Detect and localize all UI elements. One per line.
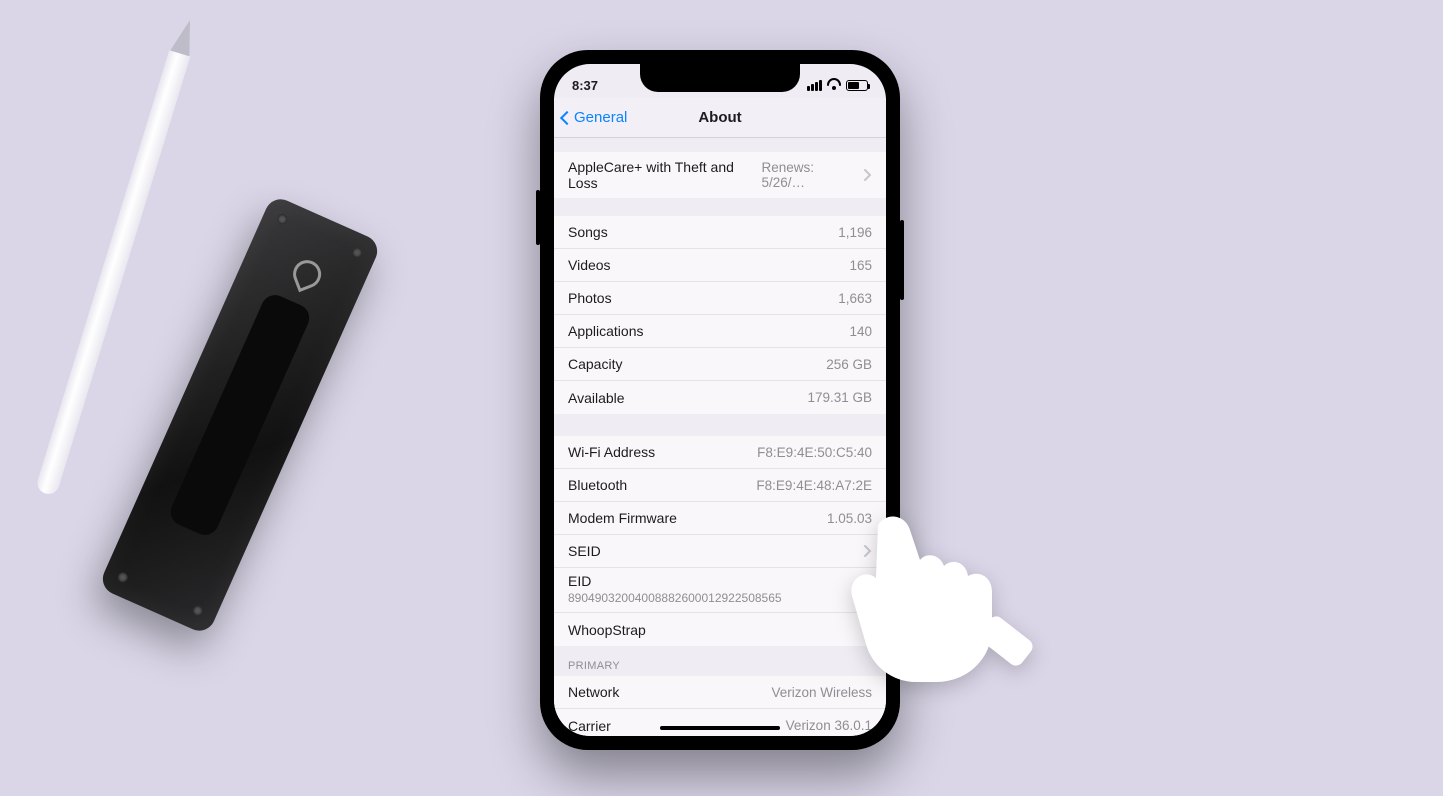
nav-bar: General About [554, 98, 886, 138]
iphone-frame: 8:37 General About AppleCare+ with Theft… [540, 50, 900, 750]
apps-value: 140 [849, 324, 872, 339]
available-value: 179.31 GB [807, 390, 872, 405]
status-time: 8:37 [572, 78, 598, 93]
row-applications: Applications 140 [554, 315, 886, 348]
videos-value: 165 [849, 258, 872, 273]
chevron-left-icon [560, 110, 574, 124]
seid-label: SEID [568, 543, 601, 559]
modem-value: 1.05.03 [827, 511, 872, 526]
applecare-label: AppleCare+ with Theft and Loss [568, 159, 762, 191]
carrier-value: Verizon 36.0.1 [786, 718, 872, 733]
row-carrier[interactable]: Carrier Verizon 36.0.1 [554, 709, 886, 736]
bt-label: Bluetooth [568, 477, 627, 493]
eid-label: EID [568, 573, 872, 589]
row-photos: Photos 1,663 [554, 282, 886, 315]
row-capacity: Capacity 256 GB [554, 348, 886, 381]
applecare-value: Renews: 5/26/… [762, 160, 858, 190]
screen: 8:37 General About AppleCare+ with Theft… [554, 64, 886, 736]
row-seid[interactable]: SEID [554, 535, 886, 568]
page-title: About [698, 109, 741, 126]
row-wifi-address: Wi-Fi Address F8:E9:4E:50:C5:40 [554, 436, 886, 469]
photos-value: 1,663 [838, 291, 872, 306]
home-indicator[interactable] [660, 726, 780, 730]
eid-value: 89049032004008882600012922508565 [568, 591, 872, 605]
capacity-label: Capacity [568, 356, 622, 372]
row-bluetooth: Bluetooth F8:E9:4E:48:A7:2E [554, 469, 886, 502]
videos-label: Videos [568, 257, 611, 273]
photos-label: Photos [568, 290, 612, 306]
capacity-value: 256 GB [826, 357, 872, 372]
row-accessory[interactable]: WhoopStrap [554, 613, 886, 646]
network-label: Network [568, 684, 619, 700]
row-available: Available 179.31 GB [554, 381, 886, 414]
apps-label: Applications [568, 323, 644, 339]
back-label: General [574, 109, 627, 126]
accessory-label: WhoopStrap [568, 622, 646, 638]
back-button[interactable]: General [562, 98, 627, 137]
wifi-icon [827, 78, 841, 92]
row-videos: Videos 165 [554, 249, 886, 282]
carrier-label: Carrier [568, 718, 611, 734]
wifi-value: F8:E9:4E:50:C5:40 [757, 445, 872, 460]
network-value: Verizon Wireless [771, 685, 872, 700]
row-applecare[interactable]: AppleCare+ with Theft and Loss Renews: 5… [554, 152, 886, 198]
row-songs: Songs 1,196 [554, 216, 886, 249]
available-label: Available [568, 390, 625, 406]
row-eid: EID 89049032004008882600012922508565 [554, 568, 886, 613]
battery-icon [846, 80, 868, 91]
row-network: Network Verizon Wireless [554, 676, 886, 709]
section-header-primary: PRIMARY [554, 646, 886, 676]
chevron-right-icon [864, 624, 872, 636]
cellular-icon [807, 80, 822, 91]
row-modem-firmware: Modem Firmware 1.05.03 [554, 502, 886, 535]
settings-list[interactable]: AppleCare+ with Theft and Loss Renews: 5… [554, 138, 886, 736]
pocketknife-prop [98, 194, 383, 636]
songs-value: 1,196 [838, 225, 872, 240]
modem-label: Modem Firmware [568, 510, 677, 526]
wifi-label: Wi-Fi Address [568, 444, 655, 460]
songs-label: Songs [568, 224, 608, 240]
chevron-right-icon [864, 169, 872, 181]
chevron-right-icon [864, 545, 872, 557]
bt-value: F8:E9:4E:48:A7:2E [756, 478, 872, 493]
notch [640, 64, 800, 92]
